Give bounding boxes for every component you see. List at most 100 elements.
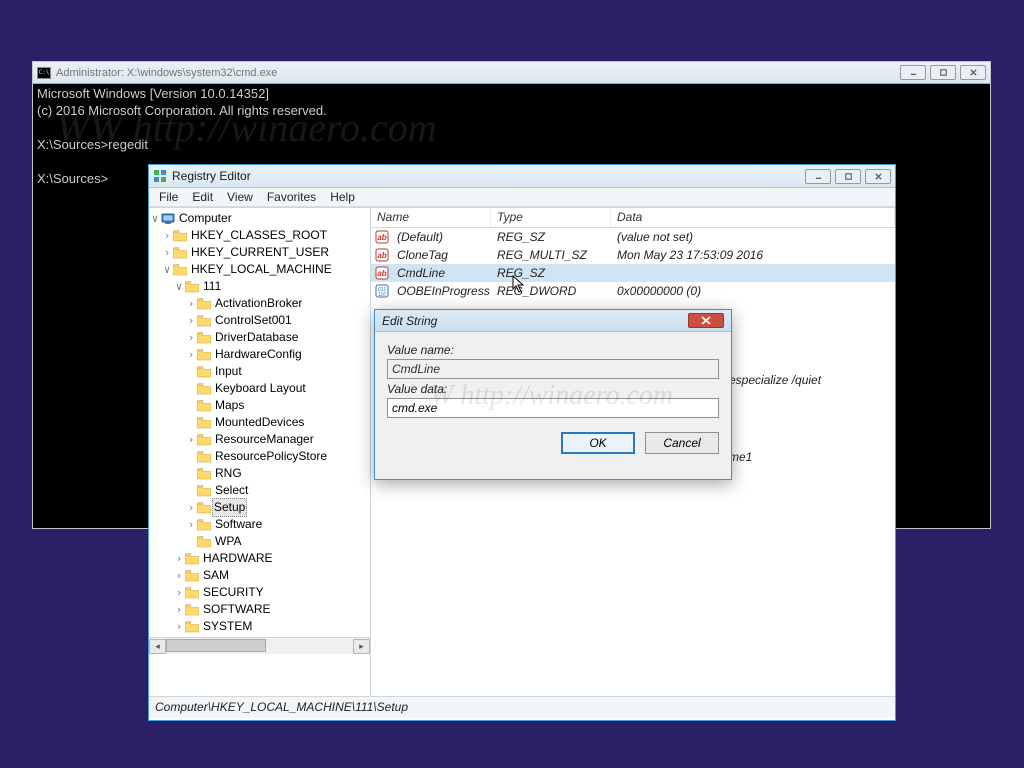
folder-icon — [197, 315, 211, 327]
col-name[interactable]: Name — [371, 208, 491, 227]
folder-icon — [197, 349, 211, 361]
regedit-icon — [153, 169, 167, 183]
tree-twist-icon[interactable]: › — [161, 244, 173, 261]
tree-twist-icon[interactable]: ∨ — [161, 261, 173, 278]
tree-twist-icon[interactable]: › — [173, 550, 185, 567]
tree-hardwareconfig[interactable]: › HardwareConfig — [149, 346, 370, 363]
tree-twist-icon[interactable]: › — [185, 295, 197, 312]
menu-favorites[interactable]: Favorites — [261, 189, 322, 205]
list-row[interactable]: ab CloneTag REG_MULTI_SZ Mon May 23 17:5… — [371, 246, 895, 264]
folder-icon — [185, 587, 199, 599]
list-row[interactable]: ab CmdLine REG_SZ — [371, 264, 895, 282]
tree-twist-icon[interactable]: › — [185, 431, 197, 448]
tree-label: SECURITY — [202, 584, 265, 601]
value-data-input[interactable] — [387, 398, 719, 418]
dialog-titlebar[interactable]: Edit String — [375, 310, 731, 332]
tree-sam[interactable]: ›SAM — [149, 567, 370, 584]
tree-label: RNG — [214, 465, 243, 482]
tree-maps[interactable]: Maps — [149, 397, 370, 414]
list-header[interactable]: Name Type Data — [371, 208, 895, 228]
tree-label: HKEY_CURRENT_USER — [190, 244, 330, 261]
cmd-close-button[interactable] — [960, 65, 986, 80]
folder-icon — [173, 230, 187, 242]
cmd-titlebar[interactable]: Administrator: X:\windows\system32\cmd.e… — [33, 62, 990, 84]
tree-security[interactable]: › SECURITY — [149, 584, 370, 601]
folder-icon — [185, 553, 199, 565]
scroll-thumb[interactable] — [166, 639, 266, 652]
tree-system[interactable]: › SYSTEM — [149, 618, 370, 635]
string-value-icon: ab — [375, 266, 389, 280]
value-data: 0x00000000 (0) — [611, 284, 895, 298]
value-data-label: Value data: — [387, 382, 719, 396]
tree-resourcemanager[interactable]: ›ResourceManager — [149, 431, 370, 448]
col-type[interactable]: Type — [491, 208, 611, 227]
folder-icon — [197, 417, 211, 429]
tree-select[interactable]: Select — [149, 482, 370, 499]
tree-label: SOFTWARE — [202, 601, 272, 618]
tree-twist-icon[interactable]: › — [173, 601, 185, 618]
tree-computer[interactable]: ∨Computer — [149, 210, 370, 227]
truncated-data-text-2: me1 — [729, 450, 752, 464]
tree-twist-icon[interactable]: › — [173, 584, 185, 601]
regedit-titlebar[interactable]: Registry Editor — [149, 165, 895, 188]
scroll-left-button[interactable]: ◂ — [149, 639, 166, 654]
tree-twist-icon[interactable]: › — [173, 618, 185, 635]
tree-twist-icon[interactable]: › — [185, 312, 197, 329]
regedit-maximize-button[interactable] — [835, 169, 861, 184]
tree-label: HardwareConfig — [214, 346, 303, 363]
tree-twist-icon[interactable]: › — [185, 499, 197, 516]
tree-resourcepolicystore[interactable]: ResourcePolicyStore — [149, 448, 370, 465]
tree-twist-icon[interactable]: ∨ — [149, 210, 161, 227]
dialog-title: Edit String — [382, 314, 437, 328]
svg-text:ab: ab — [377, 251, 386, 260]
tree-label: WPA — [214, 533, 242, 550]
tree-controlset001[interactable]: ›ControlSet001 — [149, 312, 370, 329]
dialog-close-button[interactable] — [688, 313, 724, 328]
tree-label: Software — [214, 516, 263, 533]
menu-help[interactable]: Help — [324, 189, 361, 205]
tree-mounteddevices[interactable]: MountedDevices — [149, 414, 370, 431]
cmd-minimize-button[interactable] — [900, 65, 926, 80]
cmd-maximize-button[interactable] — [930, 65, 956, 80]
tree-driverdatabase[interactable]: ›DriverDatabase — [149, 329, 370, 346]
regedit-close-button[interactable] — [865, 169, 891, 184]
regedit-tree[interactable]: ∨Computer›HKEY_CLASSES_ROOT›HKEY_CURRENT… — [149, 208, 371, 696]
tree-111[interactable]: ∨111 — [149, 278, 370, 295]
tree-software[interactable]: › Software — [149, 516, 370, 533]
tree-label: MountedDevices — [214, 414, 305, 431]
tree-setup[interactable]: ›Setup — [149, 499, 370, 516]
tree-rng[interactable]: RNG — [149, 465, 370, 482]
menu-file[interactable]: File — [153, 189, 184, 205]
scroll-right-button[interactable]: ▸ — [353, 639, 370, 654]
tree-twist-icon[interactable]: › — [173, 567, 185, 584]
tree-wpa[interactable]: WPA — [149, 533, 370, 550]
tree-input[interactable]: Input — [149, 363, 370, 380]
tree-label: Maps — [214, 397, 245, 414]
tree-twist-icon[interactable]: › — [185, 346, 197, 363]
string-value-icon: ab — [375, 230, 389, 244]
tree-twist-icon[interactable]: › — [185, 516, 197, 533]
regedit-minimize-button[interactable] — [805, 169, 831, 184]
tree-label: Select — [214, 482, 249, 499]
tree-hklm[interactable]: ∨HKEY_LOCAL_MACHINE — [149, 261, 370, 278]
col-data[interactable]: Data — [611, 208, 895, 227]
tree-twist-icon[interactable]: › — [161, 227, 173, 244]
tree-hkcu[interactable]: › HKEY_CURRENT_USER — [149, 244, 370, 261]
tree-activationbroker[interactable]: › ActivationBroker — [149, 295, 370, 312]
tree-label: SYSTEM — [202, 618, 253, 635]
tree-hkcr[interactable]: ›HKEY_CLASSES_ROOT — [149, 227, 370, 244]
tree-software[interactable]: › SOFTWARE — [149, 601, 370, 618]
tree-label: Input — [214, 363, 243, 380]
tree-hardware[interactable]: ›HARDWARE — [149, 550, 370, 567]
list-row[interactable]: ab (Default) REG_SZ (value not set) — [371, 228, 895, 246]
menu-view[interactable]: View — [221, 189, 259, 205]
tree-label: ActivationBroker — [214, 295, 303, 312]
menu-edit[interactable]: Edit — [186, 189, 219, 205]
tree-twist-icon[interactable]: › — [185, 329, 197, 346]
cancel-button[interactable]: Cancel — [645, 432, 719, 454]
ok-button[interactable]: OK — [561, 432, 635, 454]
tree-twist-icon[interactable]: ∨ — [173, 278, 185, 295]
tree-scrollbar[interactable]: ◂ ▸ — [149, 637, 370, 654]
list-row[interactable]: 011110 OOBEInProgress REG_DWORD 0x000000… — [371, 282, 895, 300]
tree-keyboard-layout[interactable]: Keyboard Layout — [149, 380, 370, 397]
